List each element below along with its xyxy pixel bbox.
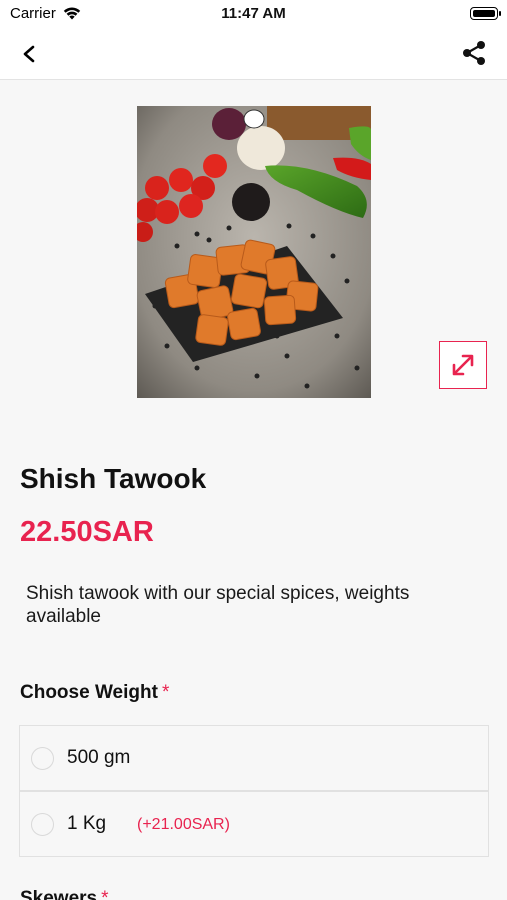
product-title: Shish Tawook — [20, 463, 207, 494]
back-button[interactable] — [14, 40, 44, 68]
product-image[interactable] — [137, 106, 371, 398]
radio-button[interactable] — [31, 747, 54, 770]
clock-label: 11:47 AM — [221, 5, 286, 22]
skewers-section-label: Skewers — [20, 888, 98, 900]
share-button[interactable] — [459, 38, 489, 68]
skewers-section-title: Skewers * — [20, 888, 109, 900]
option-label: 500 gm — [67, 747, 131, 768]
product-price: 22.50SAR — [20, 516, 154, 548]
option-extra-price: (+21.00SAR) — [137, 816, 230, 833]
weight-option-500gm[interactable]: 500 gm — [19, 725, 489, 791]
weight-section-title: Choose Weight * — [20, 682, 169, 704]
share-icon — [463, 41, 485, 65]
required-mark: * — [161, 682, 170, 703]
status-bar: Carrier 11:47 AM — [0, 0, 507, 28]
expand-arrows-icon — [452, 354, 474, 376]
weight-option-1kg[interactable]: 1 Kg (+21.00SAR) — [19, 791, 489, 857]
weight-section-label: Choose Weight — [20, 682, 158, 703]
option-label: 1 Kg — [67, 813, 107, 834]
battery-icon — [470, 7, 501, 20]
expand-image-button[interactable] — [439, 341, 487, 389]
required-mark: * — [101, 888, 109, 900]
radio-button[interactable] — [31, 813, 54, 836]
nav-bar — [0, 28, 507, 80]
chevron-left-icon — [23, 45, 35, 63]
product-description: Shish tawook with our special spices, we… — [26, 583, 410, 627]
